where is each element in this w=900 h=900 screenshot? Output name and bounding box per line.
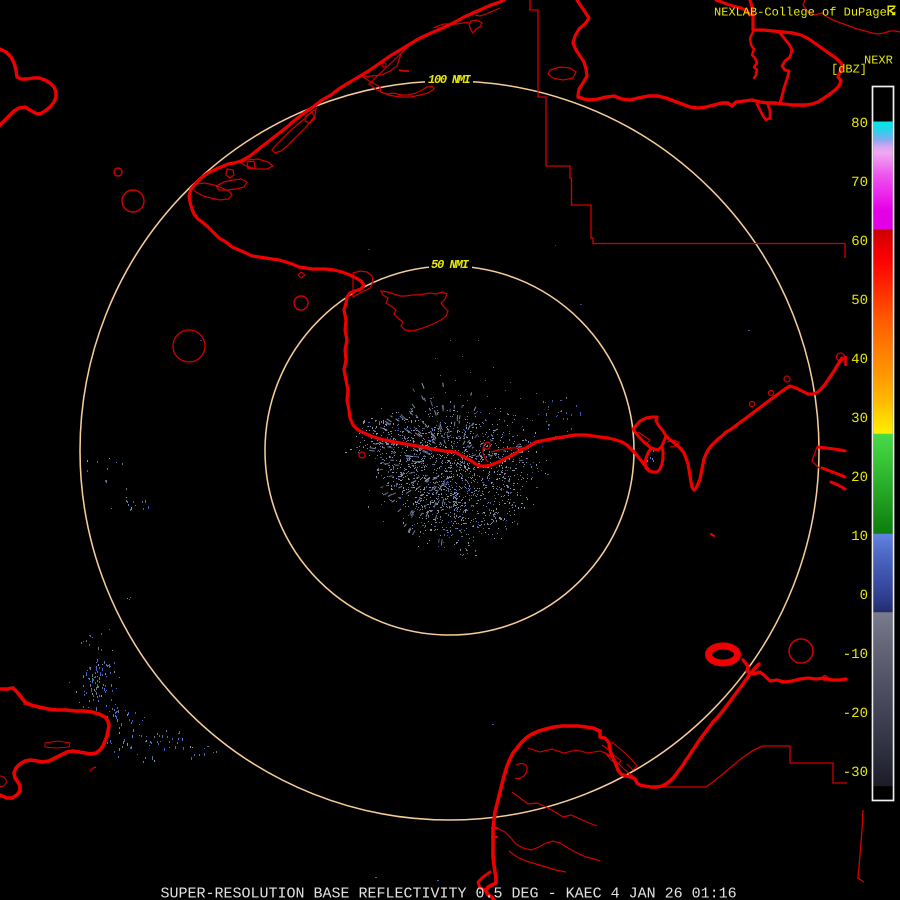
- svg-text:NEXLAB-College of DuPage: NEXLAB-College of DuPage: [714, 6, 887, 20]
- svg-text:80: 80: [851, 116, 868, 132]
- svg-text:50: 50: [851, 293, 868, 309]
- svg-text:-30: -30: [843, 765, 868, 781]
- svg-text:20: 20: [851, 470, 868, 486]
- svg-text:[dBZ]: [dBZ]: [831, 63, 867, 77]
- svg-text:30: 30: [851, 411, 868, 427]
- svg-text:100 NMI: 100 NMI: [428, 73, 472, 87]
- svg-text:40: 40: [851, 352, 868, 368]
- svg-text:-20: -20: [843, 706, 868, 722]
- svg-text:10: 10: [851, 529, 868, 545]
- svg-text:-10: -10: [843, 647, 868, 663]
- svg-text:50 NMI: 50 NMI: [431, 258, 470, 272]
- svg-text:0: 0: [860, 588, 868, 604]
- svg-text:SUPER-RESOLUTION BASE REFLECTI: SUPER-RESOLUTION BASE REFLECTIVITY 0.5 D…: [161, 886, 737, 900]
- svg-text:NEXR: NEXR: [864, 54, 893, 68]
- svg-text:60: 60: [851, 234, 868, 250]
- svg-text:70: 70: [851, 175, 868, 191]
